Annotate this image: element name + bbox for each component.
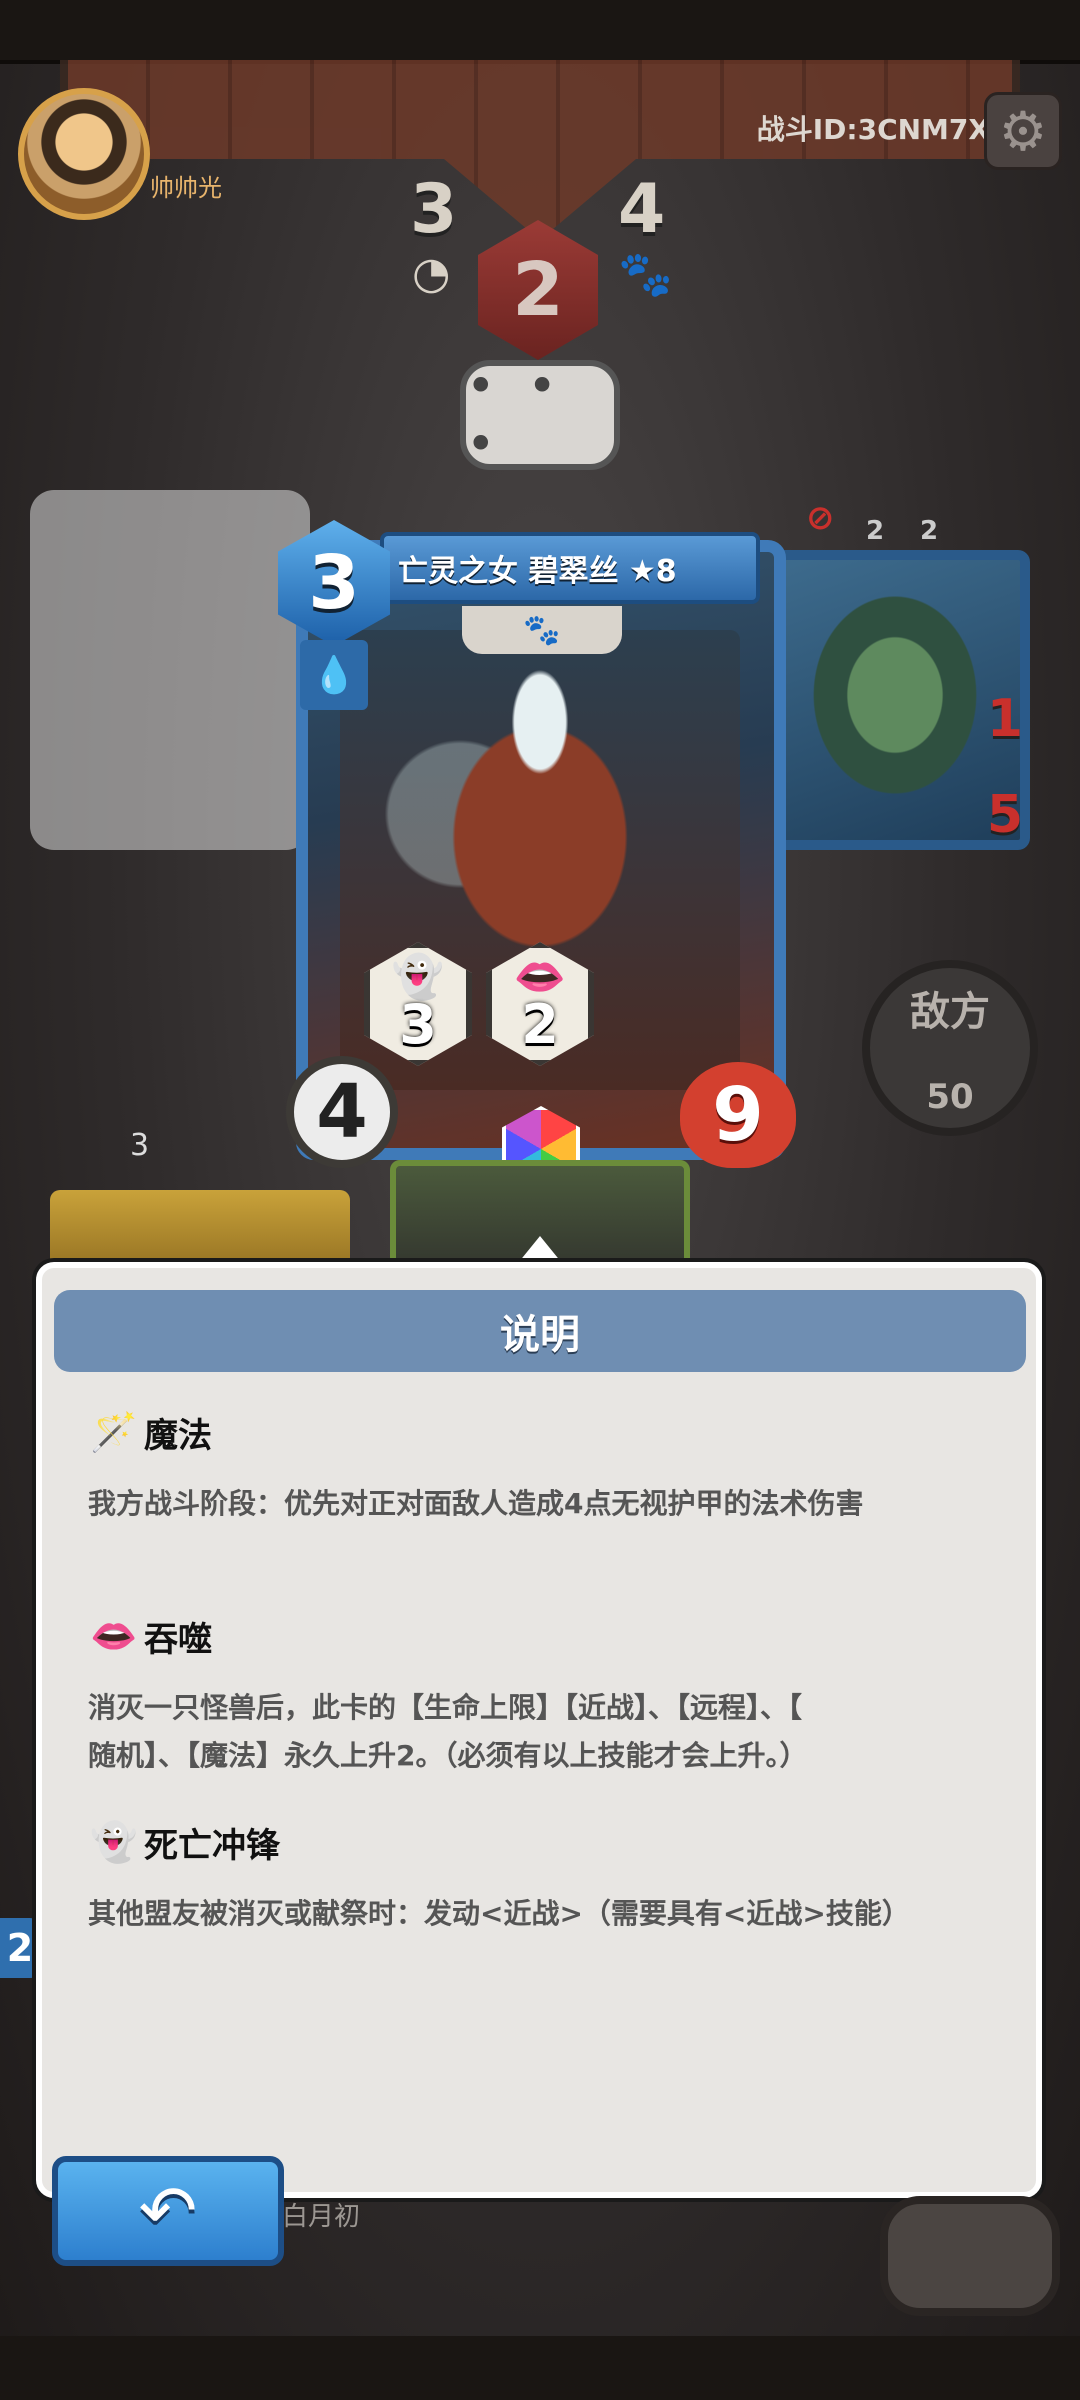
magic-staff-icon: 🪄 xyxy=(90,1409,138,1454)
back-arrow-icon: ↶ xyxy=(138,2170,198,2252)
self-name: 白月初 xyxy=(282,2202,361,2232)
skill-name: 吞噬 xyxy=(144,1619,212,1660)
ring-icon: ◔ xyxy=(412,248,451,299)
enemy-badge[interactable]: 敌方 50 xyxy=(862,960,1038,1136)
paw-icon: 🐾 xyxy=(618,249,673,300)
bottom-frame xyxy=(0,2336,1080,2400)
left-side-number: 2 xyxy=(0,1918,40,1978)
enemy-value: 50 xyxy=(926,1077,974,1117)
devour-mouth-icon: 👄 xyxy=(90,1613,138,1658)
enemy-label: 敌方 xyxy=(910,989,990,1035)
skill-value-devour: 2 xyxy=(521,993,559,1056)
turn-gem: 2 xyxy=(478,220,598,360)
enemy-status-count-1: 2 xyxy=(866,516,885,546)
water-drop-icon: 💧 xyxy=(300,640,368,710)
skill-entry-magic: 🪄 魔法 我方战斗阶段：优先对正对面敌人造成4点无视护甲的法术伤害 xyxy=(88,1406,988,1528)
skill-entry-death-charge: 👻 死亡冲锋 其他盟友被消灭或献祭时：发动<近战>（需要具有<近战>技能） xyxy=(88,1816,988,1938)
back-button[interactable]: ↶ xyxy=(52,2156,284,2266)
card-attack: 4 xyxy=(286,1056,398,1168)
player-name: 帅帅光 xyxy=(150,175,222,202)
empty-card-slot xyxy=(30,490,310,850)
player-avatar[interactable] xyxy=(18,88,150,220)
card-hp: 9 xyxy=(680,1062,796,1168)
gear-icon[interactable]: ⚙ xyxy=(984,92,1062,170)
tribe-paw-icon: 🐾 xyxy=(462,606,622,654)
top-left-stat: 3 xyxy=(410,170,458,249)
enemy-status-count-2: 2 xyxy=(920,516,939,546)
skill-desc: 我方战斗阶段：优先对正对面敌人造成4点无视护甲的法术伤害 xyxy=(88,1487,864,1520)
top-board xyxy=(60,60,1020,240)
top-frame xyxy=(0,0,1080,64)
game-scene: 帅帅光 战斗ID:3CNM7X ⚙ 3 ◔ 2 4 🐾 • • • ⊘ 2 2 … xyxy=(0,0,1080,2400)
ally-card-stat: 3 xyxy=(130,1128,150,1163)
no-entry-icon: ⊘ xyxy=(806,498,835,538)
skill-entry-devour: 👄 吞噬 消灭一只怪兽后，此卡的【生命上限】【近战】、【远程】、【 随机】、【魔… xyxy=(88,1610,988,1780)
battle-id: 战斗ID:3CNM7X xyxy=(756,113,990,146)
card-title: 亡灵之女 碧翠丝 ★8 xyxy=(380,532,760,604)
skill-desc: 消灭一只怪兽后，此卡的【生命上限】【近战】、【远程】、【 随机】、【魔法】永久上… xyxy=(88,1691,808,1772)
turn-number: 2 xyxy=(512,247,564,333)
end-turn-button[interactable] xyxy=(880,2196,1060,2316)
top-right-stat: 4 xyxy=(618,170,666,249)
enemy-card-attack: 1 xyxy=(986,689,1024,749)
skill-value-ghost: 3 xyxy=(399,993,437,1056)
enemy-card-hp: 5 xyxy=(986,785,1024,845)
ghost-icon: 👻 xyxy=(90,1819,138,1864)
skill-desc: 其他盟友被消灭或献祭时：发动<近战>（需要具有<近战>技能） xyxy=(88,1897,910,1930)
chat-bubble[interactable]: • • • xyxy=(460,357,620,473)
skill-name: 魔法 xyxy=(144,1415,212,1456)
devour-mouth-icon: 👄 xyxy=(513,952,567,1001)
dialog-title: 说明 xyxy=(54,1290,1026,1372)
ghost-icon: 👻 xyxy=(391,952,445,1001)
skill-name: 死亡冲锋 xyxy=(144,1825,280,1866)
enemy-dragon-art xyxy=(800,580,990,810)
